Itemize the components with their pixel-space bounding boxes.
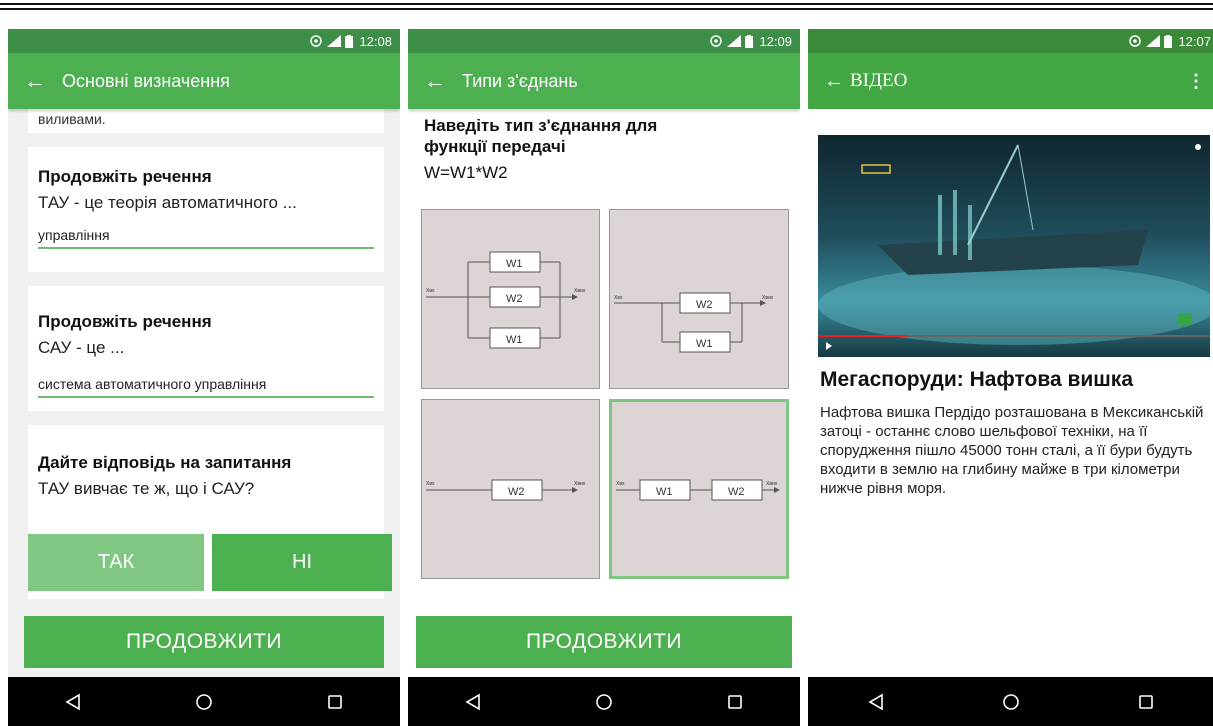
question-heading: Продовжіть речення xyxy=(38,167,212,186)
no-button[interactable]: НІ xyxy=(212,534,392,591)
answer-field[interactable]: управління xyxy=(38,227,374,249)
cut-off-card: виливами. xyxy=(28,109,384,133)
output-label: Хвих xyxy=(766,481,778,487)
nav-recents-icon[interactable] xyxy=(1137,693,1155,711)
block-label: W1 xyxy=(656,486,673,498)
block-label: W1 xyxy=(696,338,713,350)
diagram-option-parallel[interactable]: W1 W2 W1 Xвх Хвих xyxy=(421,209,600,389)
input-label: Xвх xyxy=(614,295,623,301)
wifi-icon xyxy=(1129,35,1142,47)
quiz-content: виливами. Продовжіть речення ТАУ - це те… xyxy=(8,109,400,677)
app-bar: ← Основні визначення xyxy=(8,53,400,109)
phone-screen-definitions: 12:08 ← Основні визначення виливами. Про… xyxy=(8,29,400,726)
battery-icon xyxy=(345,34,354,48)
nav-back-icon[interactable] xyxy=(867,693,885,711)
system-nav-bar xyxy=(808,677,1213,726)
cut-off-text: виливами. xyxy=(38,111,106,127)
signal-icon xyxy=(727,35,742,47)
more-vert-icon[interactable]: ⋮ xyxy=(1187,71,1205,92)
diagram-option-series[interactable]: W1 W2 Xвх Хвих xyxy=(609,399,789,579)
question-card-2: Продовжіть речення САУ - це ... система … xyxy=(28,286,384,411)
status-time: 12:08 xyxy=(359,33,392,49)
signal-icon xyxy=(327,35,342,47)
output-label: Хвих xyxy=(574,481,586,487)
question-card-1: Продовжіть речення ТАУ - це теорія автом… xyxy=(28,147,384,272)
screen-title: Основні визначення xyxy=(62,70,230,91)
video-content: Мегаспоруди: Нафтова вишка Нафтова вишка… xyxy=(808,109,1213,677)
nav-home-icon[interactable] xyxy=(195,693,213,711)
system-nav-bar xyxy=(8,677,400,726)
continue-button[interactable]: ПРОДОВЖИТИ xyxy=(24,616,384,668)
formula-text: W=W1*W2 xyxy=(424,163,508,182)
block-label: W1 xyxy=(506,334,523,346)
wifi-icon xyxy=(710,35,723,47)
nav-recents-icon[interactable] xyxy=(726,693,744,711)
input-label: Xвх xyxy=(426,481,435,487)
question-text: Наведіть тип з'єднання для функції перед… xyxy=(424,116,658,156)
top-border xyxy=(0,8,1213,10)
block-label: W2 xyxy=(506,293,523,305)
status-bar: 12:07 xyxy=(808,29,1213,53)
battery-icon xyxy=(745,34,754,48)
app-bar: ← ВІДЕО ⋮ xyxy=(808,53,1213,109)
answer-field[interactable]: система автоматичного управління xyxy=(38,376,374,398)
input-label: Xвх xyxy=(426,288,435,294)
status-time: 12:09 xyxy=(759,33,792,49)
wifi-icon xyxy=(310,35,323,47)
input-label: Xвх xyxy=(616,481,625,487)
video-title: Мегаспоруди: Нафтова вишка xyxy=(820,368,1134,391)
phone-screen-video: 12:07 ← ВІДЕО ⋮ Мегаспоруди: Нафтова виш… xyxy=(808,29,1213,726)
nav-back-icon[interactable] xyxy=(464,693,482,711)
video-description: Нафтова вишка Пердідо розташована в Мекс… xyxy=(820,404,1204,497)
status-bar: 12:09 xyxy=(408,29,800,53)
diagram-option-single[interactable]: W2 Xвх Хвих xyxy=(421,399,600,579)
app-bar: ← Типи з'єднань xyxy=(408,53,800,109)
block-label: W2 xyxy=(508,486,525,498)
battery-icon xyxy=(1164,34,1173,48)
nav-home-icon[interactable] xyxy=(595,693,613,711)
status-bar: 12:08 xyxy=(8,29,400,53)
nav-recents-icon[interactable] xyxy=(326,693,344,711)
top-border xyxy=(0,3,1213,5)
output-label: Хвих xyxy=(574,288,586,294)
back-arrow-icon[interactable]: ← xyxy=(424,68,446,94)
back-arrow-icon[interactable]: ← xyxy=(24,68,46,94)
screen-title: Типи з'єднань xyxy=(462,70,578,91)
block-label: W1 xyxy=(506,258,523,270)
question-heading: Дайте відповідь на запитання xyxy=(38,453,292,472)
diagram-option-feedback[interactable]: W2 W1 Xвх Хвих xyxy=(609,209,789,389)
video-thumbnail xyxy=(818,144,1210,350)
block-label: W2 xyxy=(696,299,713,311)
screen-title: ВІДЕО xyxy=(850,70,908,91)
question-text: ТАУ - це теорія автоматичного ... xyxy=(38,193,297,212)
block-label: W2 xyxy=(728,486,745,498)
nav-home-icon[interactable] xyxy=(1002,693,1020,711)
nav-back-icon[interactable] xyxy=(64,693,82,711)
output-label: Хвих xyxy=(762,295,774,301)
back-arrow-icon[interactable]: ← xyxy=(824,70,844,93)
question-text: ТАУ вивчає те ж, що і САУ? xyxy=(38,479,255,498)
continue-button[interactable]: ПРОДОВЖИТИ xyxy=(416,616,792,668)
connections-content: Наведіть тип з'єднання для функції перед… xyxy=(408,109,800,677)
status-time: 12:07 xyxy=(1178,33,1211,49)
video-player[interactable] xyxy=(818,135,1210,357)
yes-button[interactable]: ТАК xyxy=(28,534,204,591)
system-nav-bar xyxy=(408,677,800,726)
question-heading: Продовжіть речення xyxy=(38,312,212,331)
signal-icon xyxy=(1146,35,1161,47)
question-text: САУ - це ... xyxy=(38,338,125,357)
phone-screen-connections: 12:09 ← Типи з'єднань Наведіть тип з'єдн… xyxy=(408,29,800,726)
